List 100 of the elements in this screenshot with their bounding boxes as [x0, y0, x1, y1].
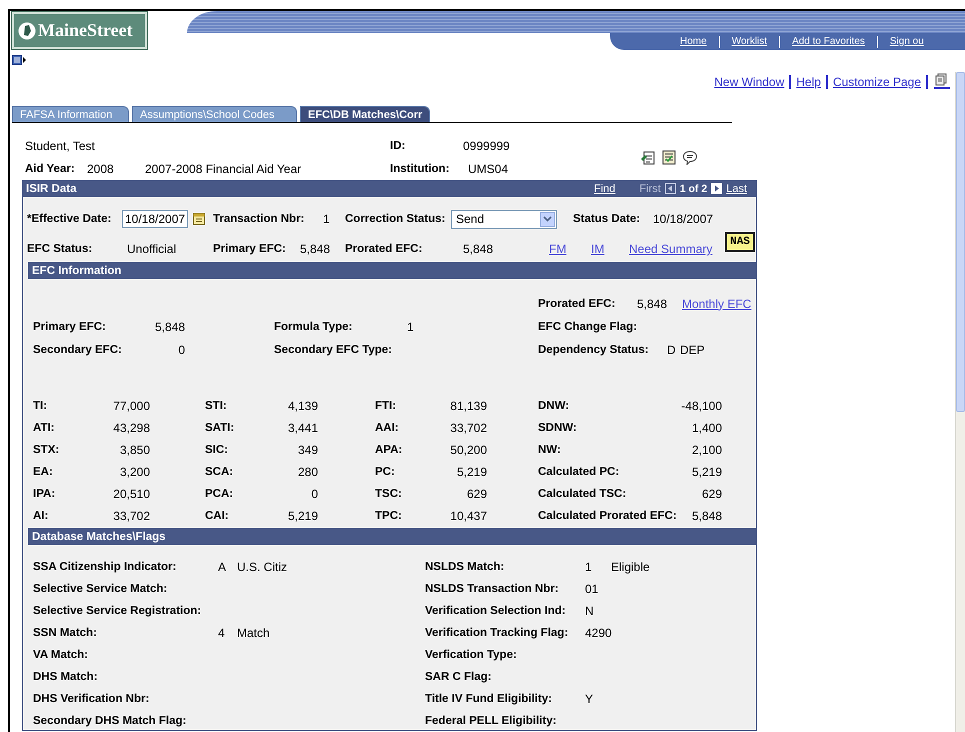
field-label: ATI:	[33, 422, 56, 434]
field-label: EA:	[33, 466, 54, 478]
field-label: Prorated EFC:	[345, 243, 424, 255]
field-label: Secondary EFC:	[33, 344, 123, 356]
field-label: Title IV Fund Eligibility:	[425, 693, 553, 705]
link[interactable]: FM	[549, 242, 566, 256]
field-value: Y	[585, 692, 594, 706]
field-value: 0	[310, 487, 318, 501]
page-link[interactable]: New Window	[714, 75, 784, 89]
section-title: ISIR Data	[26, 182, 76, 194]
date-field[interactable]: 10/18/2007	[122, 210, 188, 228]
page-link[interactable]: Customize Page	[832, 75, 921, 89]
field-label: Prorated EFC:	[538, 298, 616, 310]
field-value: 4	[218, 626, 226, 640]
field-label: TI:	[33, 400, 48, 412]
field-label: SIC:	[205, 444, 229, 456]
field-value: 5,848	[463, 242, 494, 256]
field-value: UMS04	[468, 162, 508, 176]
field-value: 629	[700, 487, 722, 501]
field-value: 01	[585, 582, 600, 596]
monthly-efc-link[interactable]: Monthly EFC	[682, 296, 752, 310]
field-value: 5,219	[456, 465, 487, 479]
nav-link[interactable]: Sign ou	[890, 36, 924, 48]
tab[interactable]: EFC\DB Matches\Corr	[300, 106, 430, 122]
field-value: A	[218, 560, 228, 574]
map-icon[interactable]	[18, 22, 36, 40]
field-value: 1	[407, 320, 415, 334]
field-value: 10,437	[449, 509, 487, 523]
scrollbar-thumb[interactable]	[956, 72, 965, 412]
field-label: EFC Status:	[27, 243, 94, 255]
field-value: 1,400	[690, 421, 722, 435]
section-title: Database Matches\Flags	[32, 530, 166, 542]
status-dropdown[interactable]: Send	[451, 210, 557, 228]
field-value: 0999999	[463, 138, 510, 152]
field-value: 0	[177, 342, 185, 356]
field-label: Secondary EFC Type:	[274, 344, 394, 356]
field-value: 5,848	[300, 242, 332, 256]
speech-bubble-icon[interactable]	[682, 150, 698, 164]
link[interactable]: IM	[591, 242, 604, 256]
field-label: Dependency Status:	[538, 344, 650, 356]
field-value: 20,510	[112, 487, 150, 501]
link[interactable]: Need Summary	[629, 242, 712, 256]
field-label: EFC Change Flag:	[538, 320, 638, 332]
field-label: Institution:	[390, 162, 450, 174]
field-label: Formula Type:	[274, 320, 354, 332]
field-value: U.S. Citiz	[237, 560, 288, 574]
field-label: AAI:	[375, 422, 400, 434]
field-label: FTI:	[375, 400, 398, 412]
field-label: NSLDS Transaction Nbr:	[425, 583, 560, 595]
field-label: NW:	[538, 444, 562, 456]
field-value: 5,219	[286, 509, 318, 523]
first-link[interactable]: First	[639, 182, 661, 194]
field-label: Status Date:	[573, 213, 642, 225]
page-link[interactable]: Help	[796, 75, 821, 89]
field-label: DHS Verification Nbr:	[33, 693, 150, 705]
field-value: 5,848	[690, 509, 722, 523]
field-value: 1	[585, 560, 593, 574]
field-value: 43,298	[112, 421, 150, 435]
field-label: CAI:	[205, 510, 230, 522]
field-label: Calculated TSC:	[538, 488, 628, 500]
checklist-icon[interactable]	[662, 150, 676, 164]
next-icon[interactable]	[711, 183, 722, 194]
field-value: 81,139	[449, 399, 487, 413]
field-label: Selective Service Registration:	[33, 605, 202, 617]
document-stack-icon[interactable]	[933, 73, 951, 91]
field-label: Verification Tracking Flag:	[425, 627, 570, 639]
nav-link[interactable]: Add to Favorites	[792, 36, 878, 48]
field-value: 3,850	[118, 443, 150, 457]
field-value: 2008	[87, 162, 115, 176]
field-value: 1	[323, 212, 331, 226]
calendar-icon[interactable]	[193, 213, 205, 225]
field-label: NSLDS Match:	[425, 561, 506, 573]
logo-text: MaineStreet	[38, 20, 133, 41]
expand-list-icon[interactable]	[12, 55, 26, 65]
field-label: Secondary DHS Match Flag:	[33, 715, 188, 727]
notepad-icon[interactable]	[640, 150, 656, 164]
student-name: Student, Test	[25, 138, 96, 152]
field-value: 3,200	[118, 465, 150, 479]
field-label: SSN Match:	[33, 627, 98, 639]
field-label: TSC:	[375, 488, 403, 500]
field-label: STI:	[205, 400, 228, 412]
find-link[interactable]: Find	[594, 182, 616, 194]
tab[interactable]: Assumptions\School Codes	[132, 106, 297, 122]
nav-link[interactable]: Home	[680, 36, 720, 48]
field-value: 349	[296, 443, 318, 457]
tab[interactable]: FAFSA Information	[12, 106, 129, 122]
field-value: 33,702	[449, 421, 487, 435]
nav-link[interactable]: Worklist	[732, 36, 780, 48]
field-value: 10/18/2007	[653, 212, 714, 226]
field-value: DEP	[680, 342, 705, 356]
field-value: 33,702	[112, 509, 150, 523]
field-label: Primary EFC:	[33, 320, 107, 332]
field-label: SATI:	[205, 422, 236, 434]
field-value: 5,848	[637, 296, 668, 310]
last-link[interactable]: Last	[726, 182, 747, 194]
field-label: DNW:	[538, 400, 570, 412]
field-label: VA Match:	[33, 649, 89, 661]
nas-button[interactable]: NAS	[725, 232, 755, 252]
field-label: Primary EFC:	[213, 243, 287, 255]
previous-icon[interactable]	[664, 183, 676, 194]
